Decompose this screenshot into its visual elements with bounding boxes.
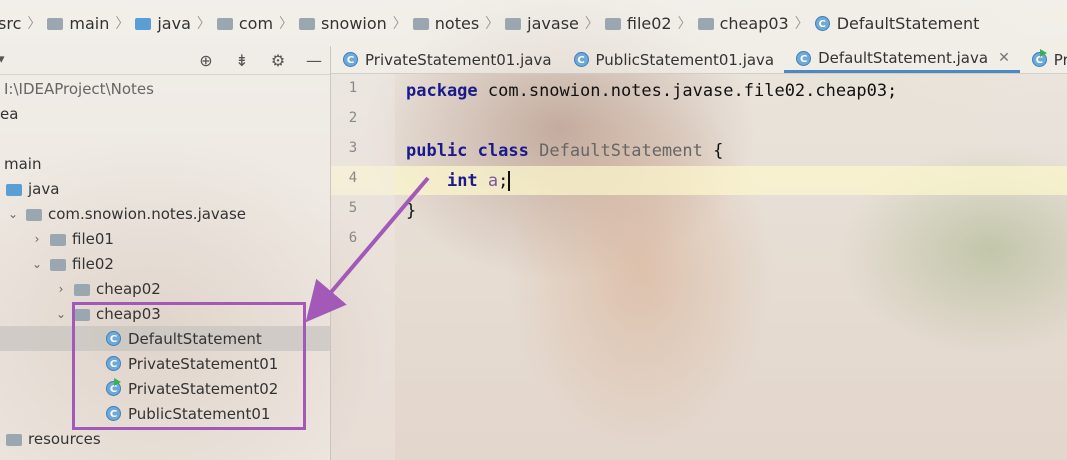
arrow-line: [305, 176, 430, 323]
annotation-arrow: [305, 176, 430, 323]
